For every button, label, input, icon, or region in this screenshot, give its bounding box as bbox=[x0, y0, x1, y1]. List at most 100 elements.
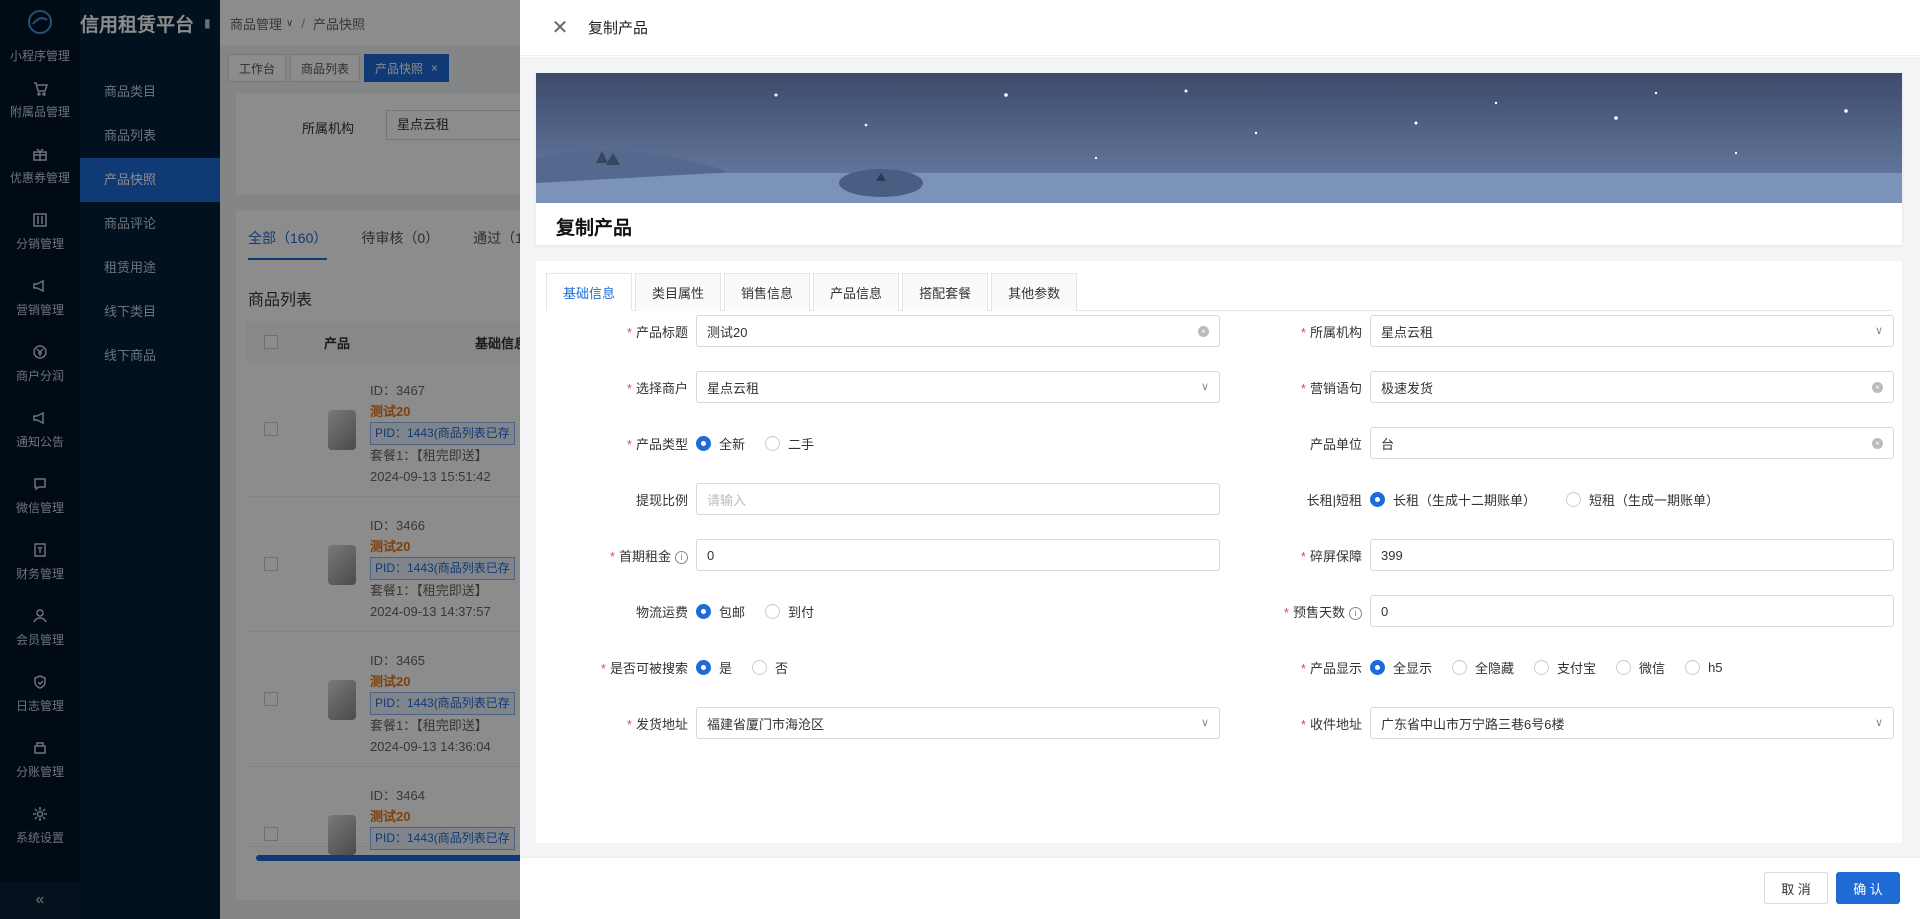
radio-dot[interactable] bbox=[696, 435, 711, 451]
radio-cod[interactable]: 到付 bbox=[765, 602, 814, 621]
radio-free-label: 包邮 bbox=[719, 604, 746, 620]
clear-icon[interactable]: × bbox=[1198, 326, 1209, 337]
radio-no[interactable]: 否 bbox=[752, 658, 788, 677]
radio-long-lease[interactable]: 长租（生成十二期账单） bbox=[1370, 490, 1536, 509]
radio-dot[interactable] bbox=[1566, 491, 1582, 507]
logistics-label: 物流运费 bbox=[635, 604, 688, 620]
recv-address-label: 收件地址 bbox=[1309, 716, 1362, 732]
chevron-down-icon: ∨ bbox=[1874, 325, 1883, 337]
chevron-down-icon: ∨ bbox=[1874, 717, 1883, 729]
ship-address-select[interactable]: 福建省厦门市海沧区 ∨ bbox=[696, 707, 1220, 739]
display-radios: 全显示 全隐藏 支付宝 微信 h5 bbox=[1370, 658, 1723, 677]
first-rent-value: 0 bbox=[707, 547, 715, 563]
required-mark: * bbox=[626, 380, 632, 396]
radio-dot[interactable] bbox=[696, 603, 711, 619]
radio-hide-all[interactable]: 全隐藏 bbox=[1452, 658, 1514, 677]
form-tab[interactable]: 销售信息 bbox=[724, 273, 811, 311]
field-unit: 产品单位 台 × bbox=[1220, 427, 1894, 459]
org-value: 星点云租 bbox=[1381, 324, 1434, 340]
withdraw-label: 提现比例 bbox=[635, 492, 688, 508]
cancel-button[interactable]: 取 消 bbox=[1764, 872, 1828, 904]
radio-used[interactable]: 二手 bbox=[765, 434, 814, 453]
radio-show-all[interactable]: 全显示 bbox=[1370, 658, 1432, 677]
form-tab[interactable]: 其他参数 bbox=[991, 273, 1078, 311]
searchable-label: 是否可被搜索 bbox=[609, 660, 688, 676]
radio-dot[interactable] bbox=[765, 603, 781, 619]
form-tab[interactable]: 产品信息 bbox=[813, 273, 900, 311]
radio-dot[interactable] bbox=[1452, 659, 1468, 675]
app-root: 小程序管理 附属品管理 优惠券管理 分销管理 营销管理 商户分润 通知公告 微信管理 财务管理… bbox=[0, 0, 1920, 919]
form-tab[interactable]: 搭配套餐 bbox=[902, 273, 989, 311]
drawer-header: ✕ 复制产品 bbox=[520, 0, 1920, 56]
required-mark: * bbox=[600, 660, 606, 676]
product-type-radios: 全新 二手 bbox=[696, 434, 814, 453]
chevron-down-icon: ∨ bbox=[1200, 717, 1209, 729]
org-select[interactable]: 星点云租 ∨ bbox=[1370, 315, 1894, 347]
info-icon[interactable]: i bbox=[675, 550, 688, 564]
slogan-value: 极速发货 bbox=[1381, 380, 1434, 396]
radio-cod-label: 到付 bbox=[788, 604, 815, 620]
product-title-input[interactable]: 测试20 × bbox=[696, 315, 1220, 347]
radio-new[interactable]: 全新 bbox=[696, 434, 745, 453]
radio-no-label: 否 bbox=[775, 660, 789, 676]
confirm-button[interactable]: 确 认 bbox=[1836, 872, 1900, 904]
required-mark: * bbox=[1300, 548, 1306, 564]
form-card: 基础信息 类目属性 销售信息 产品信息 搭配套餐 其他参数 * 产品标题 测试20 × * 所属… bbox=[536, 261, 1902, 843]
merchant-label: 选择商户 bbox=[635, 380, 688, 396]
info-icon[interactable]: i bbox=[1349, 606, 1362, 620]
form-tab[interactable]: 类目属性 bbox=[635, 273, 722, 311]
withdraw-placeholder: 请输入 bbox=[707, 492, 747, 508]
clear-icon[interactable]: × bbox=[1872, 438, 1883, 449]
radio-free-shipping[interactable]: 包邮 bbox=[696, 602, 745, 621]
radio-dot[interactable] bbox=[765, 435, 781, 451]
first-rent-input[interactable]: 0 bbox=[696, 539, 1220, 571]
radio-dot[interactable] bbox=[1370, 491, 1385, 507]
form-tabs: 基础信息 类目属性 销售信息 产品信息 搭配套餐 其他参数 bbox=[546, 273, 1892, 311]
required-mark: * bbox=[626, 716, 632, 732]
field-lease-type: 长租|短租 长租（生成十二期账单） 短租（生成一期账单） bbox=[1220, 483, 1719, 515]
radio-dot[interactable] bbox=[1534, 659, 1550, 675]
radio-yes-label: 是 bbox=[719, 660, 733, 676]
product-title-label: 产品标题 bbox=[635, 324, 688, 340]
recv-address-value: 广东省中山市万宁路三巷6号6楼 bbox=[1381, 716, 1565, 732]
screen-value: 399 bbox=[1381, 547, 1403, 563]
radio-short-lease[interactable]: 短租（生成一期账单） bbox=[1566, 490, 1719, 509]
radio-dot[interactable] bbox=[752, 659, 768, 675]
field-presale-days: * 预售天数 i 0 bbox=[1220, 595, 1894, 627]
required-mark: * bbox=[1300, 380, 1306, 396]
product-title-value: 测试20 bbox=[707, 324, 748, 340]
close-icon[interactable]: ✕ bbox=[550, 15, 570, 40]
lease-label: 长租|短租 bbox=[1306, 492, 1362, 508]
radio-h5[interactable]: h5 bbox=[1685, 659, 1723, 675]
recv-address-select[interactable]: 广东省中山市万宁路三巷6号6楼 ∨ bbox=[1370, 707, 1894, 739]
field-merchant: * 选择商户 星点云租 ∨ bbox=[546, 371, 1220, 403]
slogan-input[interactable]: 极速发货 × bbox=[1370, 371, 1894, 403]
radio-dot[interactable] bbox=[1685, 659, 1701, 675]
field-first-rent: * 首期租金 i 0 bbox=[546, 539, 1220, 571]
product-type-label: 产品类型 bbox=[635, 436, 688, 452]
withdraw-input[interactable]: 请输入 bbox=[696, 483, 1220, 515]
radio-dot[interactable] bbox=[696, 659, 711, 675]
radio-used-label: 二手 bbox=[788, 436, 815, 452]
field-org: * 所属机构 星点云租 ∨ bbox=[1220, 315, 1894, 347]
radio-new-label: 全新 bbox=[719, 436, 746, 452]
field-withdraw-ratio: 提现比例 请输入 bbox=[546, 483, 1220, 515]
radio-dot[interactable] bbox=[1616, 659, 1632, 675]
radio-alipay[interactable]: 支付宝 bbox=[1534, 658, 1596, 677]
banner-card: 复制产品 bbox=[536, 73, 1902, 245]
slogan-label: 营销语句 bbox=[1309, 380, 1362, 396]
field-searchable: * 是否可被搜索 是 否 bbox=[546, 651, 788, 683]
form-tab[interactable]: 基础信息 bbox=[546, 273, 633, 311]
screen-input[interactable]: 399 bbox=[1370, 539, 1894, 571]
unit-input[interactable]: 台 × bbox=[1370, 427, 1894, 459]
radio-dot[interactable] bbox=[1370, 659, 1385, 675]
screen-label: 碎屏保障 bbox=[1309, 548, 1362, 564]
radio-wechat[interactable]: 微信 bbox=[1616, 658, 1665, 677]
clear-icon[interactable]: × bbox=[1872, 382, 1883, 393]
presale-input[interactable]: 0 bbox=[1370, 595, 1894, 627]
required-mark: * bbox=[1300, 660, 1306, 676]
radio-yes[interactable]: 是 bbox=[696, 658, 732, 677]
unit-value: 台 bbox=[1381, 436, 1395, 452]
merchant-select[interactable]: 星点云租 ∨ bbox=[696, 371, 1220, 403]
radio-alipay-label: 支付宝 bbox=[1557, 660, 1597, 676]
